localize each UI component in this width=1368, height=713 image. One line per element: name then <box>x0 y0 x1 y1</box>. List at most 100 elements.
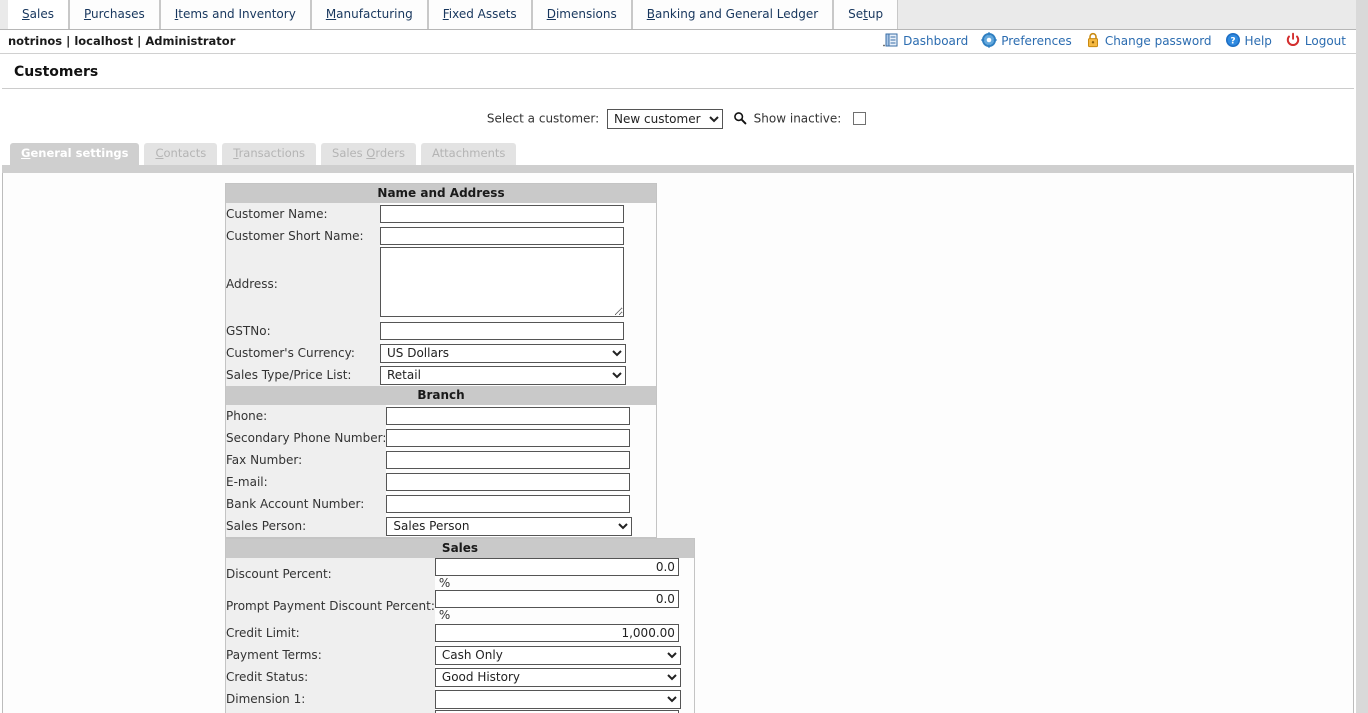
form-row: Customer's Currency:US Dollars <box>226 342 656 364</box>
form-row: Address: <box>226 247 656 320</box>
form-row: Customer Short Name: <box>226 225 656 247</box>
section-header-branch-left: Branch <box>226 386 656 405</box>
field-cell <box>386 405 656 427</box>
tab-sales-orders[interactable]: Sales Orders <box>321 143 416 165</box>
show-inactive-checkbox[interactable] <box>853 112 866 125</box>
bank-account-number-input[interactable] <box>386 495 630 513</box>
select-customer-label: Select a customer: <box>487 112 599 126</box>
field-cell: Sales Person <box>386 515 656 537</box>
field-cell <box>435 622 694 644</box>
help-link[interactable]: ?Help <box>1225 33 1272 49</box>
form-row: Discount Percent:% <box>226 558 694 590</box>
help-icon: ? <box>1225 32 1241 48</box>
customer-short-name-input[interactable] <box>380 227 624 245</box>
label-sales-person: Sales Person: <box>226 515 386 537</box>
menu-tab-sales[interactable]: Sales <box>8 0 69 29</box>
customer-s-currency-select[interactable]: US Dollars <box>380 344 626 363</box>
menu-tab-banking-and-general-ledger[interactable]: Banking and General Ledger <box>632 0 833 29</box>
menu-tab-manufacturing[interactable]: Manufacturing <box>311 0 428 29</box>
page-content: Customers Select a customer: New custome… <box>0 54 1356 713</box>
user-identity: notrinos | localhost | Administrator <box>8 34 235 48</box>
form-row: Dimension 1: <box>226 688 694 710</box>
e-mail-input[interactable] <box>386 473 630 491</box>
form-row: E-mail: <box>226 471 656 493</box>
tab-strip: General settingsContactsTransactionsSale… <box>0 143 1356 165</box>
discount-percent-input[interactable] <box>435 558 679 576</box>
customer-name-input[interactable] <box>380 205 624 223</box>
field-cell <box>386 427 656 449</box>
label-address: Address: <box>226 247 380 320</box>
menu-tab-purchases[interactable]: Purchases <box>69 0 160 29</box>
payment-terms-select[interactable]: Cash Only <box>435 646 681 665</box>
form-row: Payment Terms:Cash Only <box>226 644 694 666</box>
menu-tab-fixed-assets[interactable]: Fixed Assets <box>428 0 532 29</box>
field-cell <box>380 225 656 247</box>
label-gstno: GSTNo: <box>226 320 380 342</box>
sales-type-price-list-select[interactable]: Retail <box>380 366 626 385</box>
fax-number-input[interactable] <box>386 451 630 469</box>
label-prompt-payment-discount-percent: Prompt Payment Discount Percent: <box>226 590 435 622</box>
label-credit-status: Credit Status: <box>226 666 435 688</box>
phone-input[interactable] <box>386 407 630 425</box>
section-header-name-and-address-left: Name and Address <box>226 184 656 203</box>
form-row: Fax Number: <box>226 449 656 471</box>
dashboard-link[interactable]: Dashboard <box>883 33 968 49</box>
application-window: SalesPurchasesItems and InventoryManufac… <box>0 0 1368 713</box>
tab-contacts[interactable]: Contacts <box>144 143 217 165</box>
customer-select[interactable]: New customer <box>607 109 723 129</box>
dashboard-icon <box>883 32 899 48</box>
secondary-phone-number-input[interactable] <box>386 429 630 447</box>
lock-icon <box>1085 32 1101 48</box>
label-customer-short-name: Customer Short Name: <box>226 225 380 247</box>
logout-label: Logout <box>1305 34 1346 48</box>
menu-tab-dimensions[interactable]: Dimensions <box>532 0 632 29</box>
customer-form: Name and AddressCustomer Name:Customer S… <box>2 173 1354 713</box>
name-and-address-panel: Name and AddressCustomer Name:Customer S… <box>225 183 657 538</box>
form-row: Credit Status:Good History <box>226 666 694 688</box>
label-payment-terms: Payment Terms: <box>226 644 435 666</box>
field-cell: Cash Only <box>435 644 694 666</box>
label-customer-s-currency: Customer's Currency: <box>226 342 380 364</box>
form-row: Sales Person:Sales Person <box>226 515 656 537</box>
field-cell <box>386 471 656 493</box>
credit-status-select[interactable]: Good History <box>435 668 681 687</box>
field-cell <box>435 688 694 710</box>
label-dimension-1: Dimension 1: <box>226 688 435 710</box>
credit-limit-input[interactable] <box>435 624 679 642</box>
label-e-mail: E-mail: <box>226 471 386 493</box>
tab-general-settings[interactable]: General settings <box>10 143 139 165</box>
form-row: Sales Type/Price List:Retail <box>226 364 656 386</box>
label-discount-percent: Discount Percent: <box>226 558 435 590</box>
tab-strip-underline <box>2 165 1354 173</box>
field-cell <box>386 493 656 515</box>
menu-tab-setup[interactable]: Setup <box>833 0 898 29</box>
tab-attachments[interactable]: Attachments <box>421 143 516 165</box>
dimension-1-select[interactable] <box>435 690 681 709</box>
field-cell: US Dollars <box>380 342 656 364</box>
field-cell <box>380 247 656 320</box>
form-row: GSTNo: <box>226 320 656 342</box>
field-cell <box>380 203 656 225</box>
field-cell: % <box>435 590 694 622</box>
form-row: Secondary Phone Number: <box>226 427 656 449</box>
label-bank-account-number: Bank Account Number: <box>226 493 386 515</box>
gstno-input[interactable] <box>380 322 624 340</box>
tab-transactions[interactable]: Transactions <box>222 143 316 165</box>
percent-sign: % <box>439 576 450 590</box>
label-sales-type-price-list: Sales Type/Price List: <box>226 364 380 386</box>
address-textarea[interactable] <box>380 247 624 317</box>
menu-tab-items-and-inventory[interactable]: Items and Inventory <box>160 0 311 29</box>
form-row: Phone: <box>226 405 656 427</box>
user-info-bar: notrinos | localhost | Administrator Das… <box>0 30 1356 54</box>
sales-person-select[interactable]: Sales Person <box>386 517 632 536</box>
change-password-link[interactable]: Change password <box>1085 33 1212 49</box>
preferences-link[interactable]: Preferences <box>981 33 1072 49</box>
search-icon[interactable] <box>733 111 747 125</box>
label-fax-number: Fax Number: <box>226 449 386 471</box>
change-password-label: Change password <box>1105 34 1212 48</box>
gear-icon <box>981 32 997 48</box>
prompt-payment-discount-percent-input[interactable] <box>435 590 679 608</box>
logout-link[interactable]: Logout <box>1285 33 1346 49</box>
field-cell <box>380 320 656 342</box>
label-customer-name: Customer Name: <box>226 203 380 225</box>
